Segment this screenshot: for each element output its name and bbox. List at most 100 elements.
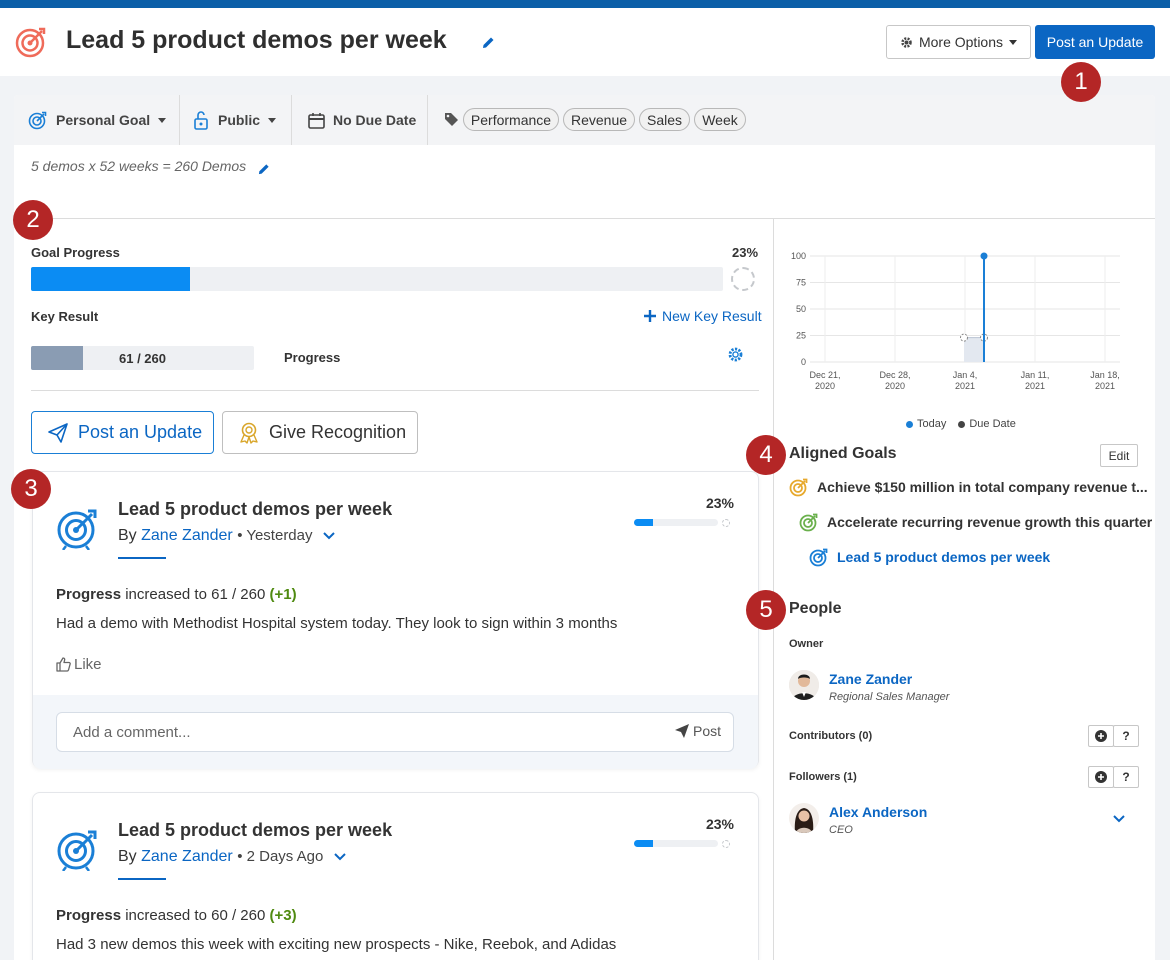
edit-title-pencil-icon[interactable] <box>482 36 495 52</box>
due-date-selector[interactable]: No Due Date <box>308 95 416 145</box>
goal-meta-bar: Personal Goal Public No Due Date Perform… <box>14 95 1155 145</box>
key-result-label: Key Result <box>31 309 99 324</box>
post-update-header-button[interactable]: Post an Update <box>1035 25 1155 59</box>
byline-prefix: By <box>118 848 137 865</box>
owner-avatar[interactable] <box>789 670 819 700</box>
goal-progress-bar <box>31 267 723 291</box>
legend-due-date: Due Date <box>969 418 1016 430</box>
chart-x-tick-label: Jan 11, <box>1021 370 1050 380</box>
chart-y-tick-label: 25 <box>796 331 806 341</box>
key-result-bar[interactable]: 61 / 260 <box>31 346 254 370</box>
callout-badge-4: 4 <box>746 435 786 475</box>
update-mini-progress-bar <box>634 519 718 526</box>
tag-sales[interactable]: Sales <box>639 108 690 131</box>
aligned-goal-label: Achieve $150 million in total company re… <box>817 479 1148 495</box>
author-underline <box>118 878 166 880</box>
update-goal-title[interactable]: Lead 5 product demos per week <box>118 499 392 520</box>
chevron-down-icon[interactable] <box>323 532 335 540</box>
chart-legend: Today Due Date <box>906 418 1016 430</box>
followers-label: Followers (1) <box>789 771 857 783</box>
visibility-label: Public <box>218 112 261 128</box>
divider <box>291 95 292 145</box>
target-icon <box>799 513 818 532</box>
legend-dot-today <box>906 420 913 428</box>
owner-name-link[interactable]: Zane Zander <box>829 671 912 687</box>
add-contributor-button[interactable] <box>1088 725 1114 747</box>
chart-y-tick-label: 75 <box>796 278 806 288</box>
more-options-label: More Options <box>918 34 1004 50</box>
target-icon <box>28 111 47 130</box>
divider <box>179 95 180 145</box>
tag-revenue[interactable]: Revenue <box>563 108 635 131</box>
like-button[interactable]: Like <box>56 656 102 673</box>
aligned-goals-heading: Aligned Goals <box>789 445 897 462</box>
calendar-icon <box>308 112 325 129</box>
post-update-button[interactable]: Post an Update <box>31 411 214 454</box>
follower-avatar[interactable] <box>789 803 819 833</box>
contributors-help-button[interactable]: ? <box>1113 725 1139 747</box>
update-percent: 23% <box>705 495 734 511</box>
chevron-down-icon[interactable] <box>334 853 346 861</box>
unlock-icon <box>194 111 208 130</box>
update-progress-line: Progress increased to 61 / 260 (+1) <box>56 586 297 603</box>
update-author-link[interactable]: Zane Zander <box>141 848 233 865</box>
update-goal-title[interactable]: Lead 5 product demos per week <box>118 820 392 841</box>
aligned-goal-label: Accelerate recurring revenue growth this… <box>827 514 1153 530</box>
update-mini-progress-bar <box>634 840 718 847</box>
followers-help-button[interactable]: ? <box>1113 766 1139 788</box>
chart-x-tick-label: Dec 28, <box>879 370 910 380</box>
update-mini-progress-fill <box>634 840 654 847</box>
goal-target-icon <box>14 25 48 62</box>
more-options-button[interactable]: More Options <box>886 25 1031 59</box>
update-progress-label: Progress <box>56 907 122 924</box>
chart-x-tick-label: Jan 4, <box>953 370 978 380</box>
update-note: Had a demo with Methodist Hospital syste… <box>56 615 618 632</box>
thumbs-up-icon <box>56 657 71 672</box>
paper-plane-icon <box>674 724 689 738</box>
target-icon <box>809 548 828 567</box>
aligned-goal-item[interactable]: Accelerate recurring revenue growth this… <box>799 512 1152 532</box>
byline-prefix: By <box>118 527 137 544</box>
add-follower-button[interactable] <box>1088 766 1114 788</box>
chart-progress-area <box>964 337 984 362</box>
post-update-label: Post an Update <box>78 422 203 442</box>
update-feed-card: Lead 5 product demos per week By Zane Za… <box>32 471 759 769</box>
give-recognition-button[interactable]: Give Recognition <box>222 411 418 454</box>
chart-x-tick-year-label: 2020 <box>885 381 905 391</box>
key-result-settings-gear-icon[interactable] <box>727 346 744 366</box>
aligned-goal-item-current[interactable]: Lead 5 product demos per week <box>809 547 1050 567</box>
goal-progress-percent: 23% <box>732 245 759 260</box>
edit-description-pencil-icon[interactable] <box>258 162 270 178</box>
goal-type-dropdown[interactable]: Personal Goal <box>28 95 167 145</box>
update-progress-line: Progress increased to 60 / 260 (+3) <box>56 907 297 924</box>
chart-x-tick-year-label: 2020 <box>815 381 835 391</box>
follower-chevron-down-icon[interactable] <box>1113 810 1125 826</box>
caret-down-icon <box>158 117 167 123</box>
legend-dot-due-date <box>958 420 966 428</box>
new-key-result-link[interactable]: New Key Result <box>644 308 762 324</box>
goal-progress-chart: 1007550250Dec 21,2020Dec 28,2020Jan 4,20… <box>791 251 1120 391</box>
comment-input[interactable]: Add a comment... Post <box>56 712 734 752</box>
callout-badge-5: 5 <box>746 590 786 630</box>
page-title: Lead 5 product demos per week <box>66 26 447 54</box>
tag-week[interactable]: Week <box>694 108 746 131</box>
goal-description: 5 demos x 52 weeks = 260 Demos <box>31 158 247 174</box>
gear-icon <box>901 36 912 48</box>
comment-area: Add a comment... Post <box>33 695 758 769</box>
aligned-goals-edit-button[interactable]: Edit <box>1100 444 1138 467</box>
legend-today: Today <box>917 418 947 430</box>
update-progress-delta: (+1) <box>269 586 297 603</box>
award-ribbon-icon <box>240 422 258 444</box>
visibility-dropdown[interactable]: Public <box>192 95 277 145</box>
chart-x-tick-label: Dec 21, <box>809 370 840 380</box>
update-progress-label: Progress <box>56 586 122 603</box>
follower-name-link[interactable]: Alex Anderson <box>829 804 927 820</box>
aligned-goal-item[interactable]: Achieve $150 million in total company re… <box>789 477 1148 497</box>
chart-x-tick-year-label: 2021 <box>1025 381 1045 391</box>
tag-performance[interactable]: Performance <box>463 108 559 131</box>
comment-post-button[interactable]: Post <box>674 723 721 739</box>
update-author-link[interactable]: Zane Zander <box>141 527 233 544</box>
goal-target-icon <box>56 827 100 874</box>
tags-icon <box>444 112 461 130</box>
update-percent: 23% <box>705 816 734 832</box>
